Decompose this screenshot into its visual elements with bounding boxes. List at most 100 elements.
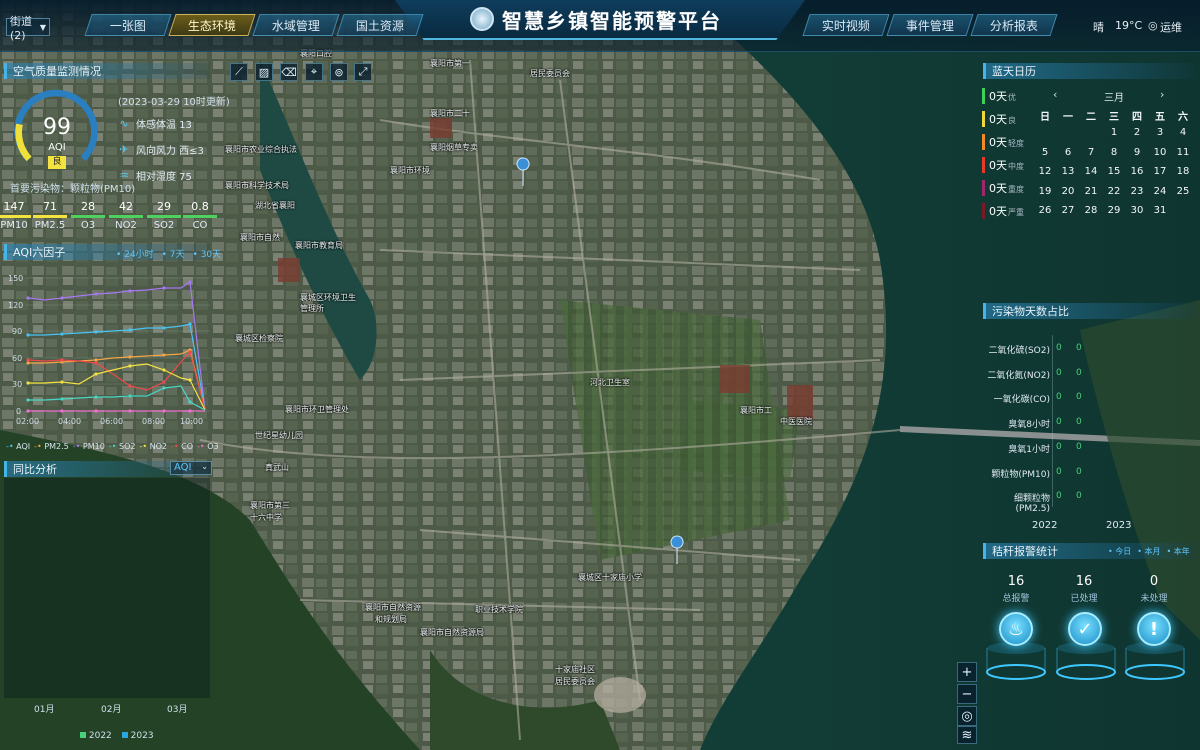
- zoom-in-icon[interactable]: +: [957, 662, 977, 682]
- legend-2022[interactable]: 2022: [80, 731, 112, 741]
- calendar-day[interactable]: 29: [1103, 205, 1125, 216]
- prev-month-icon[interactable]: ‹: [1053, 88, 1057, 101]
- compare-metric-select[interactable]: AQI ⌄: [170, 461, 212, 475]
- exclamation-icon[interactable]: !: [1137, 612, 1171, 646]
- calendar-day[interactable]: 8: [1103, 147, 1125, 158]
- legend-co[interactable]: -• CO: [171, 442, 193, 451]
- range-7d[interactable]: • 7天: [162, 247, 185, 260]
- calendar-day[interactable]: 9: [1126, 147, 1148, 158]
- calendar-day[interactable]: 3: [1149, 127, 1171, 138]
- calendar-day[interactable]: 16: [1126, 166, 1148, 177]
- calendar-day[interactable]: 10: [1149, 147, 1171, 158]
- calendar-day[interactable]: 12: [1034, 166, 1056, 177]
- legend-so2[interactable]: -• SO2: [109, 442, 136, 451]
- map-label[interactable]: 湖北省襄阳: [255, 200, 295, 211]
- tab-video[interactable]: 实时视频: [802, 14, 890, 36]
- map-label[interactable]: 和规划局: [375, 614, 407, 625]
- map-label[interactable]: 襄城区十家庙小学: [578, 572, 642, 583]
- legend-pm25[interactable]: -• PM2.5: [34, 442, 69, 451]
- map-label[interactable]: 襄阳市自然: [240, 232, 280, 243]
- tab-water[interactable]: 水域管理: [252, 14, 340, 36]
- eraser-icon[interactable]: ⌫: [280, 63, 298, 81]
- range-year[interactable]: • 本年: [1167, 546, 1190, 557]
- layer-pin-icon[interactable]: ⊚: [330, 63, 348, 81]
- user-icon[interactable]: ◎: [1148, 19, 1158, 32]
- map-label[interactable]: 襄城区检察院: [235, 333, 283, 344]
- legend-no2[interactable]: -• NO2: [139, 442, 167, 451]
- map-label[interactable]: 襄阳烟草专卖: [430, 142, 478, 153]
- calendar-day[interactable]: 1: [1103, 127, 1125, 138]
- range-month[interactable]: • 本月: [1137, 546, 1160, 557]
- calendar-day[interactable]: 31: [1149, 205, 1171, 216]
- tab-ecology[interactable]: 生态环境: [168, 14, 256, 36]
- zoom-out-icon[interactable]: −: [957, 684, 977, 704]
- map-label[interactable]: 襄阳市自然资源: [365, 602, 421, 613]
- calendar-day[interactable]: 27: [1057, 205, 1079, 216]
- calendar-day[interactable]: 14: [1080, 166, 1102, 177]
- calendar-day[interactable]: 23: [1126, 186, 1148, 197]
- next-month-icon[interactable]: ›: [1160, 88, 1164, 101]
- area-measure-icon[interactable]: ▨: [255, 63, 273, 81]
- tab-overview[interactable]: 一张图: [84, 14, 172, 36]
- map-label[interactable]: 襄阳市环境: [390, 165, 430, 176]
- fullscreen-icon[interactable]: ⤢: [354, 63, 372, 81]
- calendar-day[interactable]: 7: [1080, 147, 1102, 158]
- check-icon[interactable]: ✓: [1068, 612, 1102, 646]
- locate-icon[interactable]: ◎: [957, 706, 977, 726]
- calendar-day[interactable]: 6: [1057, 147, 1079, 158]
- calendar-day[interactable]: 2: [1126, 127, 1148, 138]
- map-label[interactable]: 管理所: [300, 303, 324, 314]
- range-today[interactable]: • 今日: [1108, 546, 1131, 557]
- map-label[interactable]: 襄阳市环卫管理处: [285, 404, 349, 415]
- map-label[interactable]: 中医医院: [780, 416, 812, 427]
- map-label[interactable]: 襄阳市教育局: [295, 240, 343, 251]
- calendar-day[interactable]: 21: [1080, 186, 1102, 197]
- tab-reports[interactable]: 分析报表: [970, 14, 1058, 36]
- map-label[interactable]: 居民委员会: [530, 68, 570, 79]
- range-30d[interactable]: • 30天: [193, 247, 222, 260]
- calendar-day[interactable]: 13: [1057, 166, 1079, 177]
- calendar-day[interactable]: 19: [1034, 186, 1056, 197]
- map-label[interactable]: 居民委员会: [555, 676, 595, 687]
- legend-2023[interactable]: 2023: [121, 731, 154, 741]
- calendar-day[interactable]: 25: [1172, 186, 1194, 197]
- map-label[interactable]: 襄阳市农业综合执法: [225, 144, 297, 155]
- layers-icon[interactable]: ≋: [957, 726, 977, 744]
- calendar-day[interactable]: 20: [1057, 186, 1079, 197]
- street-select[interactable]: 街道(2) ▼: [6, 15, 50, 42]
- calendar-day[interactable]: 17: [1149, 166, 1171, 177]
- location-pin-icon[interactable]: ⌖: [305, 63, 323, 81]
- tab-events[interactable]: 事件管理: [886, 14, 974, 36]
- calendar-day[interactable]: 30: [1126, 205, 1148, 216]
- map-label[interactable]: 河北卫生室: [590, 377, 630, 388]
- legend-o3[interactable]: -• O3: [197, 442, 219, 451]
- calendar-day[interactable]: 15: [1103, 166, 1125, 177]
- legend-aqi[interactable]: -• AQI: [6, 442, 30, 451]
- map-label[interactable]: 十六中学: [250, 512, 282, 523]
- calendar-day[interactable]: 22: [1103, 186, 1125, 197]
- calendar-day[interactable]: 4: [1172, 127, 1194, 138]
- map-label[interactable]: 襄阳市科学技术局: [225, 180, 289, 191]
- map-label[interactable]: 襄阳市第一: [430, 58, 470, 69]
- map-label[interactable]: 世纪星幼儿园: [255, 430, 303, 441]
- legend-pm10[interactable]: -• PM10: [73, 442, 105, 451]
- calendar-day[interactable]: 11: [1172, 147, 1194, 158]
- tab-land[interactable]: 国土资源: [336, 14, 424, 36]
- ruler-icon[interactable]: ⟋: [230, 63, 248, 81]
- calendar-day[interactable]: 28: [1080, 205, 1102, 216]
- calendar-day[interactable]: 26: [1034, 205, 1056, 216]
- calendar-day[interactable]: 18: [1172, 166, 1194, 177]
- map-label[interactable]: 襄城区环境卫生: [300, 292, 356, 303]
- map-label[interactable]: 襄阳市自然资源局: [420, 627, 484, 638]
- user-name[interactable]: 运维: [1160, 19, 1182, 35]
- map-label[interactable]: 职业技术学院: [475, 604, 523, 615]
- calendar-day[interactable]: 24: [1149, 186, 1171, 197]
- map-label[interactable]: 襄阳市工: [740, 405, 772, 416]
- map-label[interactable]: 真武山: [265, 462, 289, 473]
- calendar-day[interactable]: 5: [1034, 147, 1056, 158]
- map-label[interactable]: 襄阳市第三: [250, 500, 290, 511]
- map-label[interactable]: 襄阳市二十: [430, 108, 470, 119]
- alarm-siren-icon[interactable]: ♨: [999, 612, 1033, 646]
- map-label[interactable]: 十家庙社区: [555, 664, 595, 675]
- range-24h[interactable]: • 24小时: [116, 247, 154, 260]
